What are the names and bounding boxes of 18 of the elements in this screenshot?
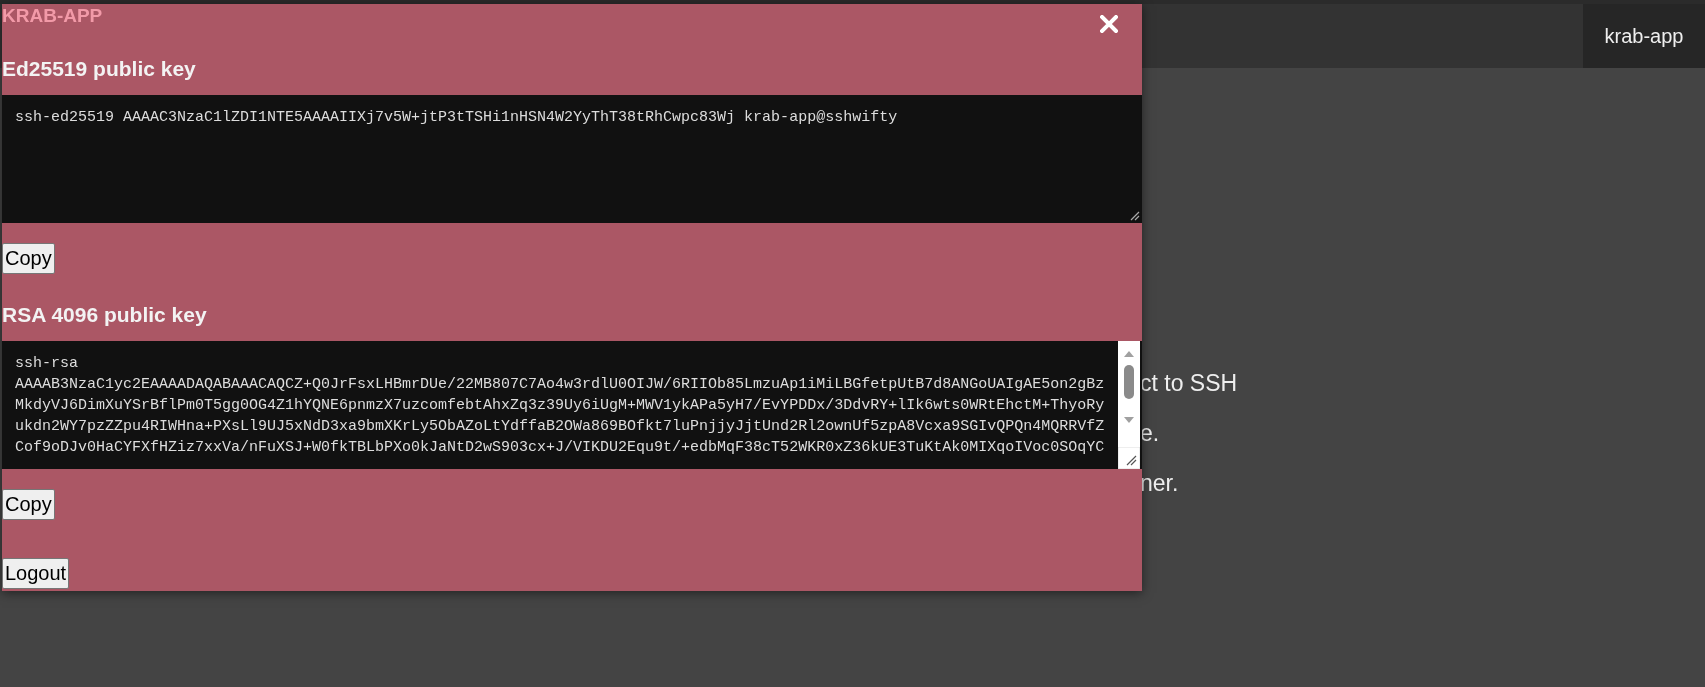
key-text-line: Cof9oDJv0HaCYFXfHZiz7xxVa/nFuXSJ+W0fkTBLbPXo0kJaNtD2wS903cx+J/VIKDU2Equ9t/+edbMqF38cT52WKR0xZ36kUE3TuKtAk0MIXqoIVoc0SOqYC bbox=[15, 438, 1106, 458]
key-text-line: ssh-ed25519 AAAAC3NzaC1lZDI1NTE5AAAAIIXj7v5W+jtP3tTSHi1nHSN4W2YyThT38tRhCwpc83Wj krab-app@sshwifty bbox=[15, 108, 899, 128]
section-heading: RSA 4096 public key bbox=[2, 302, 208, 328]
app-tab[interactable]: krab-app bbox=[1583, 4, 1705, 68]
copy-button[interactable]: Copy bbox=[2, 243, 55, 274]
page-text: ner. bbox=[1140, 469, 1180, 498]
key-text-line: ukdn2WY7pzZZpu4RIWHna+PXsLl9UJ5xNdD3xa9bmXKrLy5ObAZoLtYdffaB2OWa869BOfkt7luPnjjyJjtUnd2Rl2ownUf5zpA8Vcxa9SGIvQPQn4MQRRVfZ bbox=[15, 417, 1106, 437]
key-text-line: ssh-rsa bbox=[15, 354, 79, 374]
copy-button[interactable]: Copy bbox=[2, 489, 55, 520]
key-text-area[interactable]: ssh-ed25519 AAAAC3NzaC1lZDI1NTE5AAAAIIXj7v5W+jtP3tTSHi1nHSN4W2YyThT38tRhCwpc83Wj krab-app@sshwifty bbox=[2, 95, 1142, 223]
resize-grip-icon[interactable] bbox=[1130, 211, 1140, 221]
modal-title: KRAB-APP bbox=[2, 4, 103, 28]
key-text-line: AAAAB3NzaC1yc2EAAAADAQABAAACAQCZ+Q0JrFsxLHBmrDUe/22MB807C7Ao4w3rdlU0OIJW/6RIIOb85LmzuAp1iMiLBGfetpUtB7d8ANGoUAIgAE5on2gBz bbox=[15, 375, 1106, 395]
key-text-area[interactable] bbox=[2, 341, 1142, 469]
close-icon[interactable] bbox=[1100, 15, 1118, 33]
key-text-line: MkdyVJ6DimXuYSrBflPm0T5gg0OG4Z1hYQNE6pnmzX7uzcomfebtAhxZq3z39Uy6iUgM+MWV1ykAPa5yH7/EvYPDDx/3DdvRY+lIk6wts0WRtEhctM+ThyoRy bbox=[15, 396, 1106, 416]
section-heading: Ed25519 public key bbox=[2, 56, 197, 82]
logout-button[interactable]: Logout bbox=[2, 558, 70, 589]
